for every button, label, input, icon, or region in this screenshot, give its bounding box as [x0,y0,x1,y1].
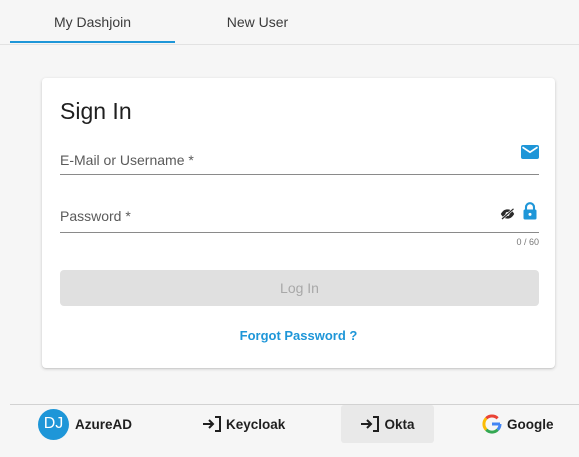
azuread-login-button[interactable]: DJ AzureAD [38,405,148,443]
password-input[interactable] [60,204,480,228]
tab-new-user[interactable]: New User [175,0,340,43]
azuread-label: AzureAD [75,416,133,432]
forgot-password-link[interactable]: Forgot Password ? [42,328,555,343]
okta-label: Okta [384,416,415,432]
eye-off-icon[interactable] [500,208,515,220]
keycloak-label: Keycloak [226,416,286,432]
google-login-button[interactable]: Google [482,405,562,443]
email-input[interactable] [60,148,480,172]
tab-my-dashjoin-label: My Dashjoin [53,13,132,30]
tab-new-user-label: New User [226,13,289,30]
dj-avatar-icon: DJ [38,408,69,440]
email-field [60,142,539,175]
active-tab-indicator [10,41,175,43]
log-in-button[interactable]: Log In [60,270,539,306]
tab-my-dashjoin[interactable]: My Dashjoin [10,0,175,43]
mail-icon [521,145,539,159]
lock-icon [523,202,537,220]
google-label: Google [507,416,554,432]
keycloak-login-button[interactable]: Keycloak [202,405,302,443]
provider-button-bar: DJ AzureAD Keycloak Okta Google [10,404,579,457]
sign-in-title: Sign In [60,98,132,124]
password-character-counter: 0 / 60 [516,237,539,247]
okta-login-button[interactable]: Okta [341,405,434,443]
google-icon [482,414,502,434]
login-icon [203,416,221,432]
sign-in-card: Sign In 0 / 60 Log In Forgot Password ? [42,78,555,368]
tab-bar: My Dashjoin New User [0,0,579,45]
login-icon [361,416,380,432]
password-field [60,200,539,233]
